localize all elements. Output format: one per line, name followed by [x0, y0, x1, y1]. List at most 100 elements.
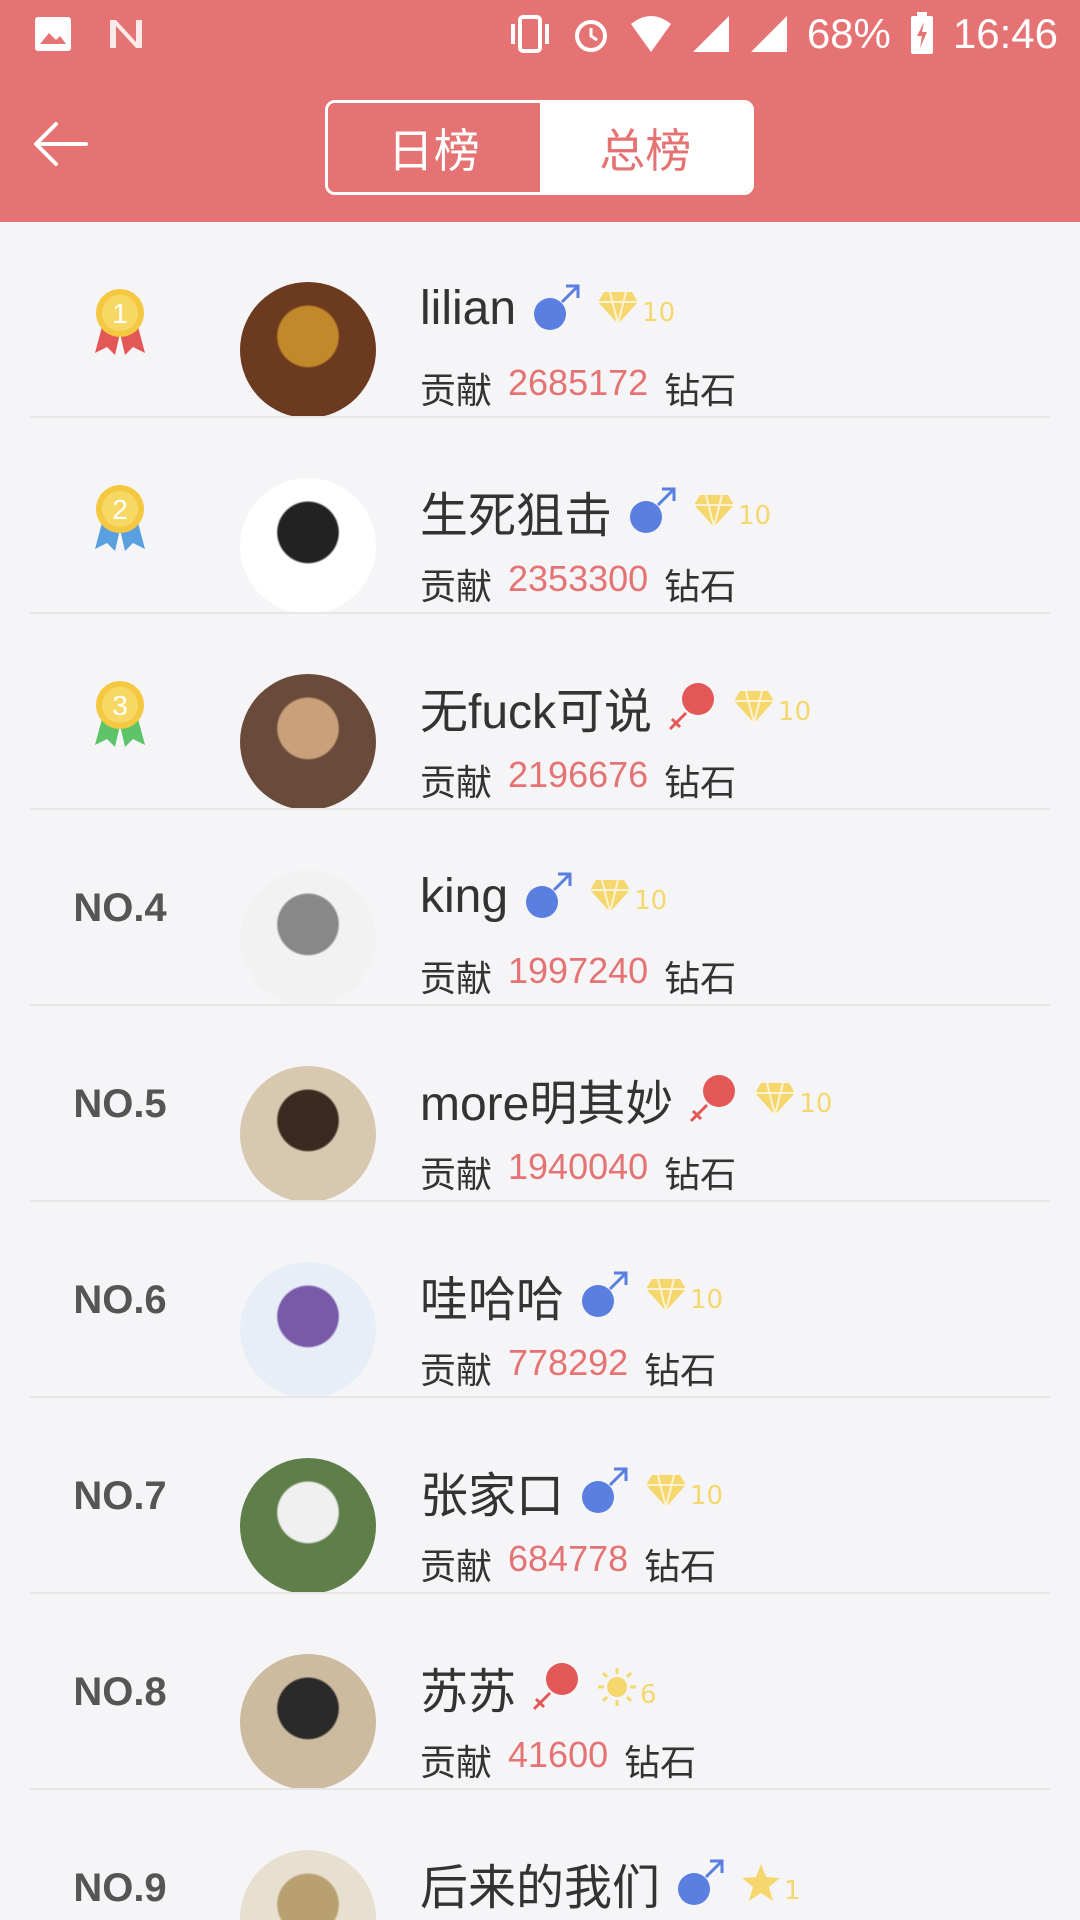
female-icon [668, 683, 715, 731]
unit-label: 钻石 [644, 1350, 717, 1391]
male-icon [582, 1271, 628, 1317]
level-badge: 1 [740, 1862, 801, 1906]
list-item[interactable]: NO.6 哇哈哈 10 贡献 778292 钻石 [0, 1202, 1080, 1398]
avatar[interactable] [240, 1654, 376, 1790]
male-icon [534, 284, 580, 330]
contrib-value: 2685172 [508, 362, 649, 403]
avatar[interactable] [240, 674, 376, 810]
contribution: 贡献 684778 钻石 [420, 1538, 716, 1590]
diamond-icon [598, 291, 639, 325]
rank-label: NO.4 [73, 885, 167, 930]
rank-medal-icon: 1 [95, 289, 145, 355]
rank-cell: NO.6 [40, 1202, 200, 1398]
diamond-icon [590, 879, 631, 913]
list-item[interactable]: NO.4 king 10 贡献 1997240 钻石 [0, 810, 1080, 1006]
n-notification-icon [110, 20, 142, 48]
rank-cell: NO.7 [40, 1398, 200, 1594]
unit-label: 钻石 [664, 762, 737, 803]
contribution: 贡献 778292 钻石 [420, 1342, 716, 1394]
level-badge: 10 [588, 878, 668, 916]
avatar[interactable] [240, 478, 376, 614]
list-item[interactable]: 1 lilian 10 贡献 2685172 钻石 [0, 222, 1080, 418]
status-bar: 68% 16:46 [0, 0, 1080, 76]
top-bar: 68% 16:46 日榜 总榜 [0, 0, 1080, 222]
unit-label: 钻石 [664, 566, 737, 607]
unit-label: 钻石 [644, 1546, 717, 1587]
clock: 16:46 [952, 10, 1058, 57]
signal-icon [692, 16, 729, 52]
list-item[interactable]: NO.7 张家口 10 贡献 684778 钻石 [0, 1398, 1080, 1594]
contrib-value: 2196676 [508, 754, 649, 795]
user-name[interactable]: 生死狙击 [420, 476, 612, 546]
level-number: 10 [799, 1089, 833, 1119]
female-icon [690, 1075, 736, 1123]
contrib-value: 684778 [508, 1538, 629, 1579]
rank-cell: NO.4 [40, 810, 200, 1006]
rank-label: NO.9 [73, 1865, 167, 1910]
user-name[interactable]: more明其妙 [420, 1064, 673, 1134]
level-number: 10 [634, 886, 668, 916]
user-name[interactable]: 苏苏 [420, 1652, 516, 1722]
male-icon [630, 487, 676, 533]
avatar[interactable] [240, 1066, 376, 1202]
contribution: 贡献 1940040 钻石 [420, 1146, 736, 1198]
diamond-icon [755, 1082, 796, 1116]
rank-cell: 2 [40, 418, 200, 614]
level-badge: 10 [753, 1081, 833, 1119]
battery-percent: 68% [806, 10, 891, 57]
user-name[interactable]: lilian [420, 281, 516, 336]
level-number: 1 [784, 1876, 801, 1906]
tab-total[interactable]: 总榜 [539, 103, 751, 192]
contribution: 贡献 1997240 钻石 [420, 950, 736, 1002]
avatar[interactable] [240, 870, 376, 1006]
rank-label: NO.7 [73, 1473, 167, 1518]
contrib-value: 2353300 [508, 558, 649, 599]
level-badge: 10 [732, 689, 812, 727]
user-name[interactable]: 无fuck可说 [420, 672, 652, 742]
contrib-value: 1997240 [508, 950, 649, 991]
level-number: 10 [778, 697, 812, 727]
level-number: 6 [640, 1680, 657, 1710]
avatar[interactable] [240, 1850, 376, 1920]
wifi-icon [630, 16, 671, 52]
contribution: 贡献 2685172 钻石 [420, 362, 736, 414]
contrib-label: 贡献 [420, 370, 493, 411]
contribution: 贡献 2196676 钻石 [420, 754, 736, 806]
male-icon [526, 872, 572, 918]
contrib-label: 贡献 [420, 566, 493, 607]
diamond-icon [646, 1278, 687, 1312]
rank-medal-icon: 2 [95, 485, 145, 551]
diamond-icon [646, 1474, 687, 1508]
contrib-value: 778292 [508, 1342, 629, 1383]
avatar[interactable] [240, 282, 376, 418]
list-item[interactable]: NO.8 苏苏 6 贡献 41600 钻石 [0, 1594, 1080, 1790]
unit-label: 钻石 [664, 1154, 737, 1195]
level-number: 10 [738, 501, 772, 531]
rank-label: NO.6 [73, 1277, 167, 1322]
user-name[interactable]: 哇哈哈 [420, 1260, 564, 1330]
rank-cell: 3 [40, 614, 200, 810]
avatar[interactable] [240, 1458, 376, 1594]
user-name[interactable]: 后来的我们 [420, 1848, 660, 1918]
list-item[interactable]: 2 生死狙击 10 贡献 2353300 钻石 [0, 418, 1080, 614]
back-arrow-icon[interactable] [28, 112, 92, 176]
rank-cell: NO.5 [40, 1006, 200, 1202]
ranking-list: 1 lilian 10 贡献 2685172 钻石 2 生死狙击 10 贡献 2… [0, 222, 1080, 1920]
contrib-value: 1940040 [508, 1146, 649, 1187]
unit-label: 钻石 [624, 1742, 697, 1783]
list-item[interactable]: NO.5 more明其妙 10 贡献 1940040 钻石 [0, 1006, 1080, 1202]
level-badge: 10 [692, 493, 772, 531]
svg-text:1: 1 [112, 298, 128, 329]
vibrate-icon [510, 15, 549, 53]
user-name[interactable]: king [420, 869, 508, 924]
level-number: 10 [642, 298, 676, 328]
list-item[interactable]: NO.9 后来的我们 1 [0, 1790, 1080, 1920]
user-name[interactable]: 张家口 [420, 1456, 564, 1526]
alarm-icon [574, 20, 607, 52]
list-item[interactable]: 3 无fuck可说 10 贡献 2196676 钻石 [0, 614, 1080, 810]
avatar[interactable] [240, 1262, 376, 1398]
contrib-label: 贡献 [420, 1546, 493, 1587]
tab-daily[interactable]: 日榜 [328, 103, 540, 192]
sun-icon [598, 1668, 637, 1706]
level-badge: 10 [644, 1473, 723, 1511]
